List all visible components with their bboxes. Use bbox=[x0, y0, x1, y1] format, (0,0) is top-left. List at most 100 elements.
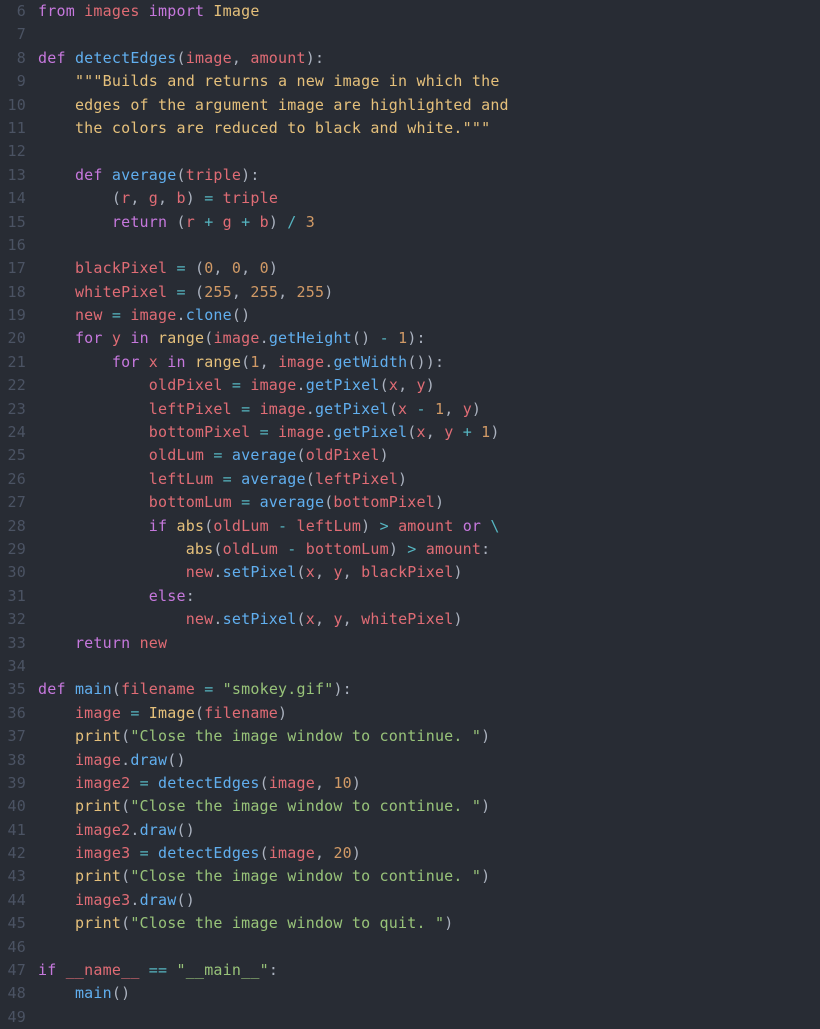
token-p: , bbox=[278, 283, 296, 301]
code-line: new.setPixel(x, y, whitePixel) bbox=[38, 608, 820, 631]
token-builtin: print bbox=[75, 914, 121, 932]
code-line: for y in range(image.getHeight() - 1): bbox=[38, 327, 820, 350]
code-line: print("Close the image window to quit. "… bbox=[38, 912, 820, 935]
code-area[interactable]: from images import Image def detectEdges… bbox=[38, 0, 820, 1024]
code-line: def main(filename = "smokey.gif"): bbox=[38, 678, 820, 701]
token-kw: def bbox=[38, 49, 66, 67]
token-p: , bbox=[232, 49, 250, 67]
token-id: image bbox=[130, 306, 176, 324]
token-p bbox=[38, 914, 75, 932]
token-p: ( bbox=[213, 540, 222, 558]
token-p: . bbox=[213, 610, 222, 628]
code-line: """Builds and returns a new image in whi… bbox=[38, 70, 820, 93]
token-p bbox=[38, 423, 149, 441]
token-p: ( bbox=[112, 680, 121, 698]
code-line: whitePixel = (255, 255, 255) bbox=[38, 281, 820, 304]
code-line: image2 = detectEdges(image, 10) bbox=[38, 772, 820, 795]
token-id: oldLum bbox=[223, 540, 278, 558]
token-p: . bbox=[213, 563, 222, 581]
token-op: == bbox=[149, 961, 167, 979]
token-p bbox=[232, 213, 241, 231]
token-op: = bbox=[112, 306, 121, 324]
line-number: 12 bbox=[0, 140, 26, 163]
token-p bbox=[38, 727, 75, 745]
token-id: amount bbox=[250, 49, 305, 67]
token-p: . bbox=[297, 376, 306, 394]
code-line: if abs(oldLum - leftLum) > amount or \ bbox=[38, 515, 820, 538]
token-op: \ bbox=[490, 517, 499, 535]
code-line: image = Image(filename) bbox=[38, 702, 820, 725]
token-p bbox=[213, 213, 222, 231]
token-kw: for bbox=[75, 329, 103, 347]
token-p: ( bbox=[389, 400, 398, 418]
line-number: 41 bbox=[0, 819, 26, 842]
line-number: 10 bbox=[0, 94, 26, 117]
token-id: oldLum bbox=[213, 517, 268, 535]
code-line: new = image.clone() bbox=[38, 304, 820, 327]
token-p bbox=[38, 610, 186, 628]
token-p: ) bbox=[186, 189, 204, 207]
token-op: = bbox=[176, 259, 185, 277]
token-p bbox=[250, 493, 259, 511]
token-p: ( bbox=[186, 259, 204, 277]
token-id: bottomLum bbox=[149, 493, 232, 511]
token-id: y bbox=[463, 400, 472, 418]
token-id: r bbox=[121, 189, 130, 207]
token-p bbox=[140, 353, 149, 371]
line-number: 31 bbox=[0, 585, 26, 608]
token-id: whitePixel bbox=[361, 610, 453, 628]
token-str: "Close the image window to continue. " bbox=[130, 727, 481, 745]
token-p bbox=[38, 329, 75, 347]
token-fn: main bbox=[75, 680, 112, 698]
token-num: 255 bbox=[297, 283, 325, 301]
token-fn: draw bbox=[130, 751, 167, 769]
token-p bbox=[66, 49, 75, 67]
code-line bbox=[38, 23, 820, 46]
line-number: 34 bbox=[0, 655, 26, 678]
token-p bbox=[38, 446, 149, 464]
token-p bbox=[149, 844, 158, 862]
token-doc: edges of the argument image are highligh… bbox=[75, 96, 509, 114]
token-p: : bbox=[269, 961, 278, 979]
token-id: whitePixel bbox=[75, 283, 167, 301]
token-p: , bbox=[315, 774, 333, 792]
token-op: > bbox=[380, 517, 389, 535]
token-p bbox=[149, 329, 158, 347]
token-p bbox=[38, 587, 149, 605]
token-p bbox=[250, 213, 259, 231]
token-fn: detectEdges bbox=[75, 49, 177, 67]
token-num: 0 bbox=[232, 259, 241, 277]
token-num: 255 bbox=[204, 283, 232, 301]
token-fn: main bbox=[75, 984, 112, 1002]
token-id: image3 bbox=[75, 891, 130, 909]
token-p: ) bbox=[444, 914, 453, 932]
token-p bbox=[38, 751, 75, 769]
token-p: : bbox=[186, 587, 195, 605]
token-p: , bbox=[444, 400, 462, 418]
token-p bbox=[66, 680, 75, 698]
token-p: ( bbox=[306, 470, 315, 488]
token-id: image2 bbox=[75, 774, 130, 792]
token-id: triple bbox=[223, 189, 278, 207]
token-p: ) bbox=[389, 540, 407, 558]
token-p bbox=[38, 213, 112, 231]
token-p bbox=[103, 166, 112, 184]
token-op: = bbox=[176, 283, 185, 301]
token-op: = bbox=[213, 446, 222, 464]
token-p bbox=[167, 961, 176, 979]
token-cls: Image bbox=[149, 704, 195, 722]
token-id: x bbox=[389, 376, 398, 394]
line-number: 16 bbox=[0, 234, 26, 257]
line-number: 42 bbox=[0, 842, 26, 865]
token-num: 255 bbox=[250, 283, 278, 301]
token-p bbox=[121, 329, 130, 347]
code-line: else: bbox=[38, 585, 820, 608]
token-p bbox=[38, 844, 75, 862]
code-editor: 6789101112131415161718192021222324252627… bbox=[0, 0, 820, 1024]
code-line: from images import Image bbox=[38, 0, 820, 23]
token-num: 20 bbox=[333, 844, 351, 862]
code-line: return (r + g + b) / 3 bbox=[38, 211, 820, 234]
line-number: 20 bbox=[0, 327, 26, 350]
token-p: ( bbox=[112, 189, 121, 207]
token-p bbox=[38, 797, 75, 815]
